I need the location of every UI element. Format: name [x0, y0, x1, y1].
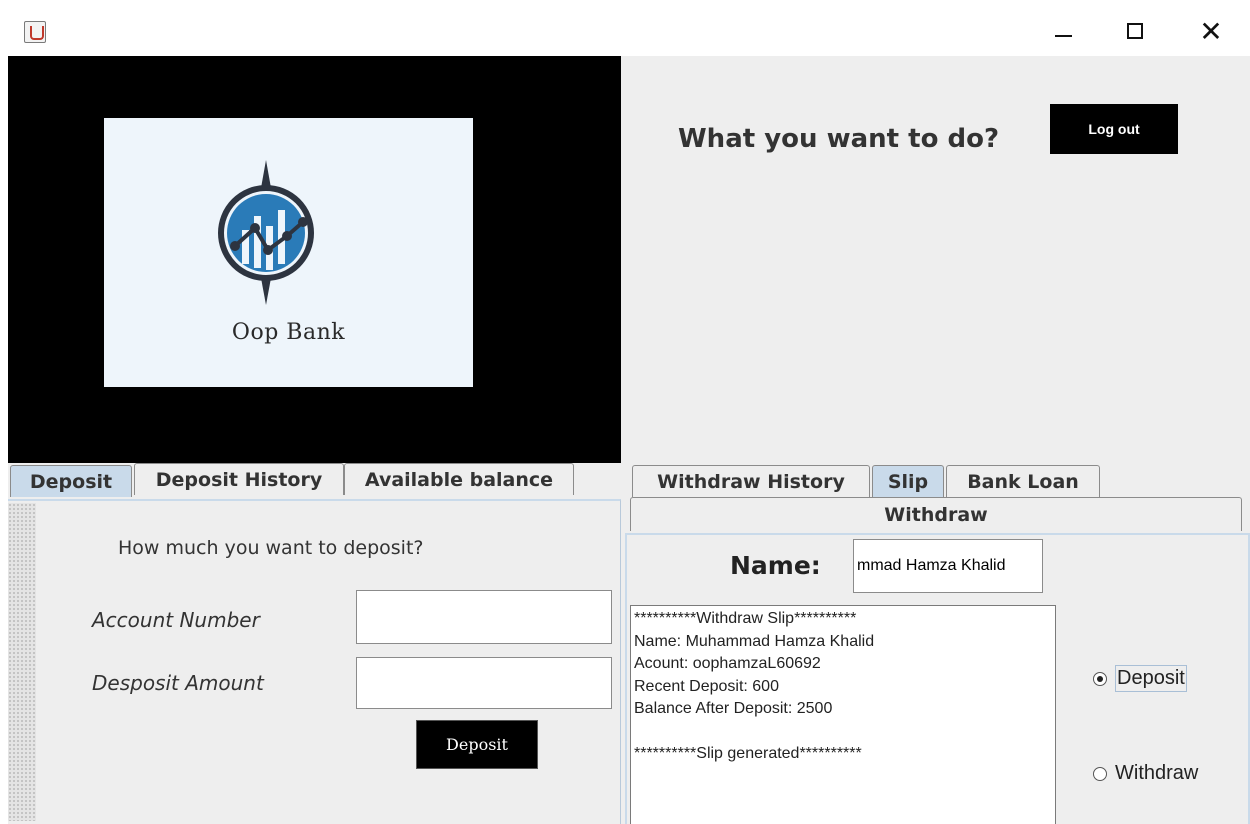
deposit-radio[interactable]: Deposit — [1093, 665, 1187, 692]
deposit-panel: How much you want to deposit? Account Nu… — [8, 499, 621, 824]
logout-button[interactable]: Log out — [1050, 104, 1178, 154]
account-number-field[interactable] — [356, 590, 612, 644]
deposit-button[interactable]: Deposit — [416, 720, 538, 769]
deposit-amount-label: Desposit Amount — [92, 671, 264, 695]
tab-deposit-history[interactable]: Deposit History — [134, 463, 344, 495]
tab-bank-loan[interactable]: Bank Loan — [946, 465, 1100, 497]
withdraw-radio[interactable]: Withdraw — [1093, 762, 1198, 785]
tab-withdraw[interactable]: Withdraw — [630, 497, 1242, 531]
withdraw-radio-label: Withdraw — [1115, 762, 1199, 784]
slip-textarea[interactable]: **********Withdraw Slip********** Name: … — [630, 605, 1056, 824]
slip-panel: Name: mmad Hamza Khalid **********Withdr… — [625, 533, 1250, 824]
tab-available-balance[interactable]: Available balance — [344, 463, 574, 495]
name-field[interactable]: mmad Hamza Khalid — [853, 539, 1043, 593]
window-titlebar: ✕ — [0, 0, 1250, 56]
app-content: Oop Bank What you want to do? Log out De… — [8, 56, 1250, 824]
radio-unchecked-icon — [1093, 766, 1107, 781]
maximize-icon[interactable] — [1112, 10, 1158, 52]
scrollbar[interactable] — [8, 503, 36, 821]
page-title: What you want to do? — [678, 124, 1000, 154]
compass-chart-logo-icon — [218, 160, 314, 305]
deposit-prompt: How much you want to deposit? — [118, 537, 424, 559]
logo-panel: Oop Bank — [8, 56, 621, 463]
tab-withdraw-history[interactable]: Withdraw History — [632, 465, 870, 497]
deposit-radio-label: Deposit — [1115, 665, 1187, 692]
bank-name: Oop Bank — [231, 320, 346, 345]
radio-checked-icon — [1093, 671, 1107, 686]
tab-deposit[interactable]: Deposit — [10, 465, 132, 497]
java-app-icon[interactable] — [24, 21, 46, 43]
minimize-icon[interactable] — [1040, 10, 1086, 52]
account-number-label: Account Number — [92, 608, 260, 632]
close-icon[interactable]: ✕ — [1188, 10, 1234, 52]
deposit-amount-field[interactable] — [356, 657, 612, 709]
tab-slip[interactable]: Slip — [872, 465, 944, 497]
bank-logo: Oop Bank — [104, 118, 473, 387]
name-label: Name: — [730, 551, 821, 580]
